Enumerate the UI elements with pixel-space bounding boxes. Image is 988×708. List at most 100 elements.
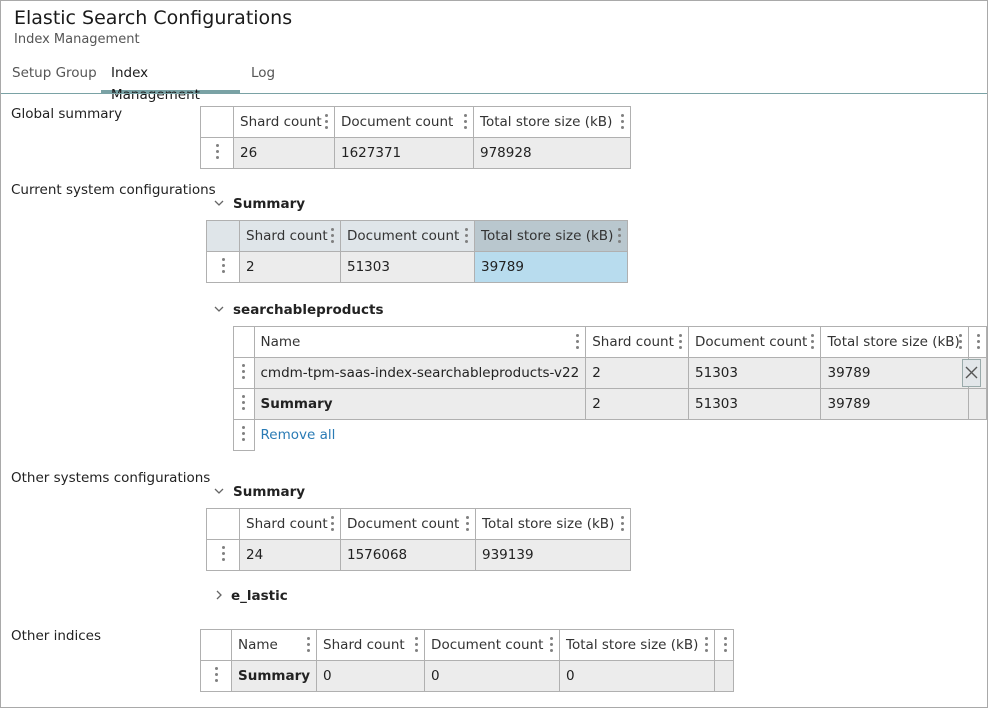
- column-menu-icon[interactable]: [331, 516, 334, 532]
- column-menu-icon[interactable]: [465, 228, 468, 244]
- table-row[interactable]: 26 1627371 978928: [200, 137, 631, 169]
- column-header[interactable]: Total store size (kB): [559, 629, 716, 661]
- table-row-summary[interactable]: Summary 2 51303 39789: [233, 388, 987, 420]
- column-menu-icon[interactable]: [811, 334, 815, 350]
- column-header[interactable]: Total store size (kB): [475, 508, 631, 540]
- column-label: Shard count: [246, 516, 328, 532]
- cell-size-selected[interactable]: 39789: [474, 251, 628, 283]
- column-header[interactable]: Name: [230, 629, 318, 661]
- column-label: Document count: [341, 114, 454, 130]
- other-indices-table: Name Shard count Document count Total st…: [200, 629, 735, 692]
- column-header[interactable]: Document count: [340, 508, 476, 540]
- cell-size: 39789: [820, 388, 970, 420]
- current-summary-title[interactable]: Summary: [233, 196, 305, 212]
- column-menu-icon[interactable]: [705, 637, 709, 653]
- cell-size[interactable]: 978928: [473, 137, 631, 169]
- column-menu-icon[interactable]: [679, 334, 683, 350]
- cell-shard[interactable]: 2: [239, 251, 341, 283]
- cell-shard[interactable]: 2: [585, 357, 690, 389]
- column-menu-icon[interactable]: [977, 334, 980, 350]
- column-menu-icon[interactable]: [959, 334, 963, 350]
- global-summary-label: Global summary: [11, 106, 123, 122]
- column-menu-icon[interactable]: [618, 228, 621, 244]
- column-menu-icon[interactable]: [621, 516, 624, 532]
- column-header-selected[interactable]: Total store size (kB): [474, 220, 628, 252]
- tab-setup-group[interactable]: Setup Group: [12, 62, 97, 90]
- column-menu-icon[interactable]: [307, 637, 311, 653]
- column-header[interactable]: Shard count: [316, 629, 426, 661]
- cell-size[interactable]: 39789: [820, 357, 970, 389]
- other-summary-title[interactable]: Summary: [233, 484, 305, 500]
- remove-all-link[interactable]: Remove all: [261, 427, 336, 443]
- column-menu-icon[interactable]: [576, 334, 580, 350]
- column-header[interactable]: Shard count: [585, 326, 690, 358]
- table-row-summary[interactable]: Summary 0 0 0: [200, 660, 735, 692]
- cell-shard: 2: [585, 388, 690, 420]
- row-menu-icon[interactable]: [206, 539, 240, 571]
- remove-row-button[interactable]: [962, 359, 981, 387]
- column-header[interactable]: Shard count: [239, 220, 341, 252]
- row-menu-icon[interactable]: [233, 419, 255, 451]
- column-header[interactable]: Shard count: [239, 508, 341, 540]
- current-config-label: Current system configurations: [11, 182, 216, 198]
- column-header[interactable]: Document count: [340, 220, 475, 252]
- app-window: Elastic Search Configurations Index Mana…: [0, 0, 988, 708]
- column-label: Total store size (kB): [566, 637, 699, 653]
- current-summary-table: Shard count Document count Total store s…: [206, 220, 628, 283]
- cell-doc: 0: [424, 660, 561, 692]
- table-row[interactable]: 2 51303 39789: [206, 251, 628, 283]
- column-header-actions[interactable]: [714, 629, 735, 661]
- column-menu-icon[interactable]: [331, 228, 334, 244]
- row-menu-icon[interactable]: [233, 357, 255, 389]
- cell-shard[interactable]: 24: [239, 539, 341, 571]
- cell-actions: [714, 660, 735, 692]
- column-menu-icon[interactable]: [724, 637, 728, 653]
- column-header[interactable]: Document count: [424, 629, 561, 661]
- cell-doc[interactable]: 51303: [688, 357, 822, 389]
- column-menu-icon[interactable]: [621, 114, 624, 130]
- chevron-right-icon[interactable]: [213, 589, 225, 601]
- column-label: Document count: [431, 637, 544, 653]
- column-menu-icon[interactable]: [325, 114, 328, 130]
- group-title-searchableproducts[interactable]: searchableproducts: [233, 302, 384, 318]
- global-summary-table: Shard count Document count Total store s…: [200, 106, 631, 169]
- column-menu-icon[interactable]: [464, 114, 467, 130]
- column-label: Document count: [695, 334, 808, 350]
- column-menu-icon[interactable]: [466, 516, 469, 532]
- column-header[interactable]: Name: [253, 326, 587, 358]
- cell-doc[interactable]: 1627371: [334, 137, 474, 169]
- row-menu-icon[interactable]: [200, 137, 234, 169]
- row-menu-icon[interactable]: [206, 251, 240, 283]
- cell-actions: [968, 388, 987, 420]
- column-header[interactable]: Document count: [334, 106, 474, 138]
- column-header[interactable]: Total store size (kB): [820, 326, 970, 358]
- column-menu-icon[interactable]: [415, 637, 419, 653]
- corner-cell: [206, 220, 240, 252]
- cell-doc[interactable]: 51303: [340, 251, 475, 283]
- corner-cell: [206, 508, 240, 540]
- column-header[interactable]: Document count: [688, 326, 822, 358]
- tab-index-management[interactable]: Index Management: [101, 62, 240, 103]
- table-row[interactable]: 24 1576068 939139: [206, 539, 631, 571]
- corner-cell: [200, 106, 234, 138]
- cell-doc[interactable]: 1576068: [340, 539, 476, 571]
- cell-shard[interactable]: 26: [233, 137, 335, 169]
- chevron-down-icon[interactable]: [213, 303, 225, 315]
- group-title-e-lastic[interactable]: e_lastic: [231, 588, 288, 604]
- column-header[interactable]: Total store size (kB): [473, 106, 631, 138]
- tab-bar: Setup Group Index Management Log: [1, 59, 987, 103]
- row-menu-icon[interactable]: [233, 388, 255, 420]
- chevron-down-icon[interactable]: [213, 485, 225, 497]
- table-row[interactable]: cmdm-tpm-saas-index-searchableproducts-v…: [233, 357, 987, 389]
- tab-log[interactable]: Log: [251, 62, 275, 90]
- cell-doc: 51303: [688, 388, 822, 420]
- row-menu-icon[interactable]: [200, 660, 232, 692]
- chevron-down-icon[interactable]: [213, 197, 225, 209]
- column-header-actions[interactable]: [968, 326, 987, 358]
- column-header[interactable]: Shard count: [233, 106, 335, 138]
- column-menu-icon[interactable]: [550, 637, 554, 653]
- cell-size[interactable]: 939139: [475, 539, 631, 571]
- page-title: Elastic Search Configurations: [14, 7, 293, 29]
- column-label: Total store size (kB): [827, 334, 960, 350]
- cell-name[interactable]: cmdm-tpm-saas-index-searchableproducts-v…: [253, 357, 587, 389]
